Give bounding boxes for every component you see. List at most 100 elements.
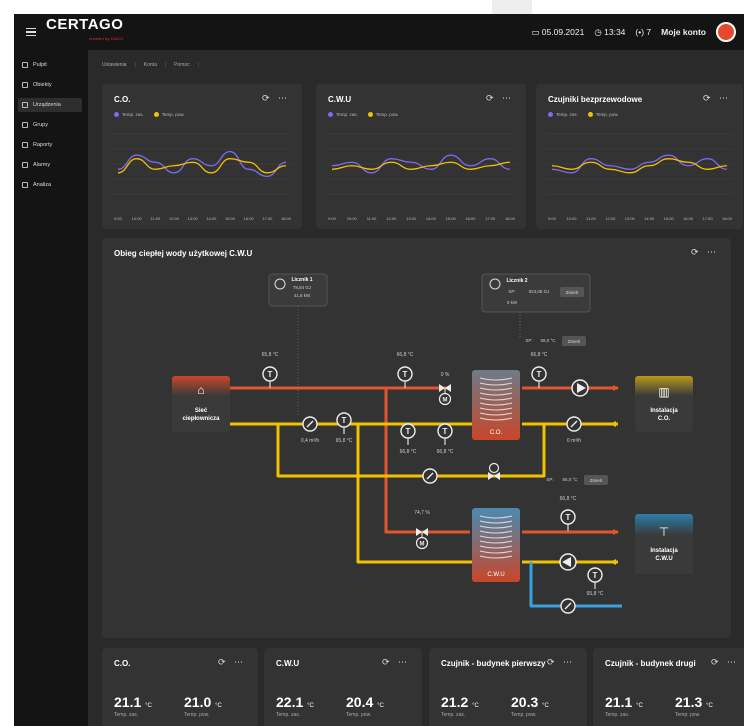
supply-label: Temp. zas. [441,712,466,718]
sensor-letter: T [443,427,448,436]
return-temp: 21.0 °C [184,694,222,710]
supply-label: Temp. zas. [605,712,630,718]
flow-direction-arrow [610,421,616,427]
x-tick-label: 17:00 [703,216,714,221]
sidebar-item[interactable]: Alarmy [14,158,88,172]
chip-label: Zmień [568,339,581,344]
valve-actuator [488,462,500,474]
summary-title: C.W.U [276,659,300,668]
card-tools[interactable]: ⟳ ⋯ [703,93,731,104]
sidebar-item[interactable]: Pulpit [14,58,88,72]
control-valve [439,384,445,392]
app-logo[interactable]: CERTAGO created by DACO [46,17,123,46]
valve-half [494,472,500,480]
breadcrumb-item[interactable]: Konta [144,62,157,68]
x-tick-label: 12:00 [169,216,180,221]
alarm-counter[interactable]: (•) 7 [635,27,651,37]
radiator-icon: ▥ [658,385,669,399]
x-tick-label: 17:00 [485,216,496,221]
chip-label: Zmień [590,478,603,483]
breadcrumb-item[interactable]: Ustawienia [102,62,126,68]
sidebar-item[interactable]: Urządzenia [18,98,82,112]
chart-title: C.W.U [328,95,352,104]
legend-entry[interactable]: Temp. zas. [548,112,578,118]
sidebar-item-label: Pulpit [33,62,47,68]
time-display: ◷ 13:34 [594,26,626,37]
setpoint-label: SP: [546,477,553,482]
installation-co-label: Instalacja [650,408,678,414]
card-tools[interactable]: ⟳ ⋯ [547,657,575,668]
sensor-letter: T [537,370,542,379]
exchanger-label: C.W.U [487,572,504,578]
report-icon [22,142,28,148]
sensor-letter: T [566,513,571,522]
x-tick-label: 15:00 [225,216,236,221]
return-temp: 21.3 °C [675,694,713,710]
supply-temp: 21.2 °C [441,694,479,710]
flow-direction-arrow [613,385,619,391]
x-tick-label: 11:00 [367,216,377,221]
x-tick-label: 15:00 [446,216,457,221]
x-tick-label: 18:00 [281,216,292,221]
x-tick-label: 14:00 [644,216,655,221]
meter-2-title: Licznik 2 [506,278,527,284]
heating-diagram: Licznik 1 78,84 GJ 41,8 kW Licznik 2 SP: 923,… [172,273,693,614]
breadcrumb-item[interactable]: Pomoc [174,62,190,68]
temp-value: 66,8 °C [531,352,548,358]
breadcrumb: Ustawienia | Konta | Pomoc | [102,62,200,68]
line-chart: 9:00 10:00 11:00 12:00 13:00 14:00 15:00 16:00 1… [546,133,733,221]
x-tick-label: 13:00 [406,216,417,221]
x-tick-label: 11:00 [150,216,160,221]
supply-temp: 21.1 °C [114,694,152,710]
installation-cwu-box [635,514,693,574]
sidebar-item[interactable]: Analiza [14,178,88,192]
return-temp: 20.4 °C [346,694,384,710]
return-label: Temp. pow. [675,712,701,718]
exchanger-label: C.O. [490,430,503,436]
circulation-pipe [529,562,622,608]
avatar[interactable] [716,22,736,42]
legend-entry[interactable]: Temp. zas. [328,112,358,118]
sidebar-item[interactable]: Grupy [14,118,88,132]
x-tick-label: 13:00 [625,216,636,221]
summary-card: C.O. ⟳ ⋯ 21.1 °C 21.0 °C Temp. zas. Temp… [102,648,258,726]
sensor-letter: T [406,427,411,436]
meter-2-energy: 923,08 GJ [529,289,550,294]
device-icon [22,102,28,108]
group-icon [22,122,28,128]
legend-entry[interactable]: Temp. zas. [114,112,144,118]
x-tick-label: 14:00 [426,216,437,221]
line-chart: 9:00 10:00 11:00 12:00 13:00 14:00 15:00 16:00 1… [326,133,516,221]
card-tools[interactable]: ⟳ ⋯ [711,657,739,668]
sidebar: Pulpit Obiekty Urządzenia Grupy Raporty Alarm… [14,50,88,726]
temp-value: 66,8 °C [437,449,454,455]
supply-label: Temp. zas. [114,712,139,718]
account-link[interactable]: Moje konto [661,27,706,37]
card-tools[interactable]: ⟳ ⋯ [486,93,514,104]
summary-title: Czujnik - budynek drugi [605,659,696,668]
sidebar-item[interactable]: Raporty [14,138,88,152]
card-tools[interactable]: ⟳ ⋯ [218,657,246,668]
return-label: Temp. pow. [184,712,210,718]
supply-temp: 22.1 °C [276,694,314,710]
bar-chart-icon [22,82,28,88]
top-bar: CERTAGO created by DACO ▭ 05.09.2021 ◷ 13… [14,14,744,50]
valve-opening: 74,7 % [414,510,430,516]
motor-letter: M [420,542,425,548]
heat-source-label: ciepłownicza [182,416,220,422]
chart-title: C.O. [114,95,131,104]
card-tools[interactable]: ⟳ ⋯ [382,657,410,668]
x-tick-label: 16:00 [683,216,694,221]
valve-opening: 0 % [441,372,450,378]
temp-value: 65,8 °C [336,438,353,444]
sidebar-item[interactable]: Obiekty [14,78,88,92]
legend-entry[interactable]: Temp. pow. [153,112,185,118]
card-tools[interactable]: ⟳ ⋯ [262,93,290,104]
legend-entry[interactable]: Temp. pow. [587,112,619,118]
installation-cwu-label: Instalacja [650,548,678,554]
x-tick-label: 12:00 [605,216,616,221]
flow-value: 0 m³/h [567,438,581,444]
summary-title: Czujnik - budynek pierwszy [441,659,546,668]
legend-entry[interactable]: Temp. pow. [367,112,399,118]
hamburger-menu-icon[interactable] [26,28,36,36]
